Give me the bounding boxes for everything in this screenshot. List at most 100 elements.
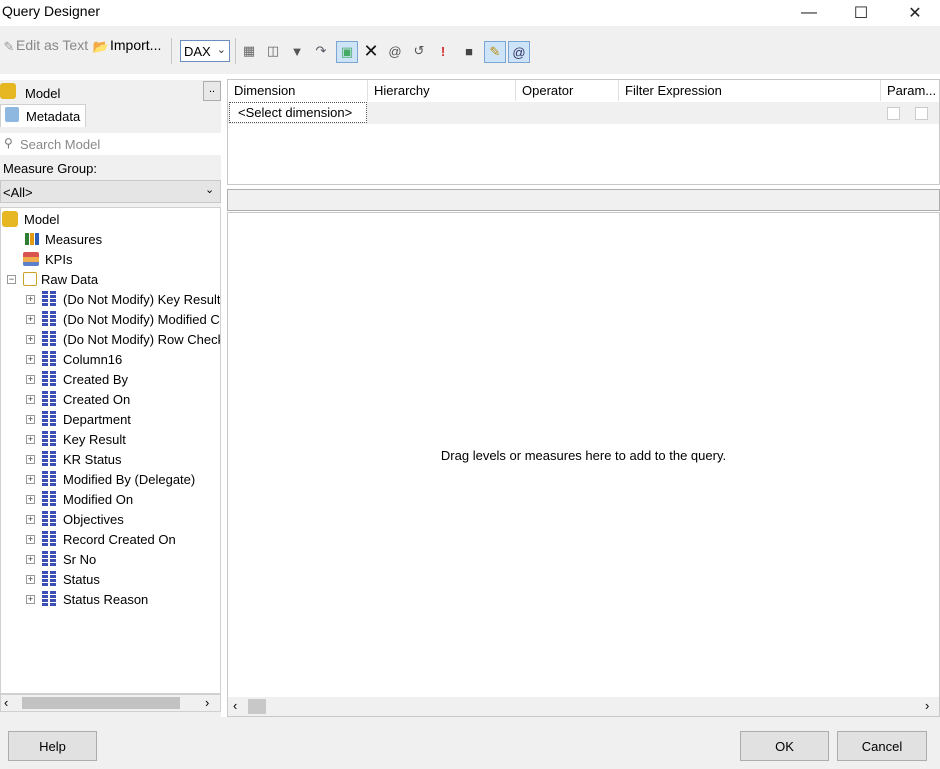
tree-item-raw-data[interactable]: − Raw Data — [7, 269, 98, 289]
tree-item-label: Status — [63, 571, 100, 587]
expand-icon[interactable]: + — [26, 434, 35, 444]
tree-item-column[interactable]: + Created On — [26, 389, 130, 409]
import-folder-icon: 📂 — [92, 39, 110, 54]
minimize-button[interactable]: — — [786, 0, 832, 26]
column-icon — [42, 451, 56, 467]
tree-item-column[interactable]: + Status Reason — [26, 589, 148, 609]
select-dimension-cell[interactable]: <Select dimension> — [229, 102, 367, 123]
model-header: Model — [25, 86, 61, 101]
tree-item-column[interactable]: + Key Result — [26, 429, 126, 449]
query-mode-icon[interactable]: @ — [508, 41, 530, 63]
pane-splitter[interactable] — [227, 189, 940, 211]
tree-item-column[interactable]: + Sr No — [26, 549, 96, 569]
delete-icon[interactable]: ✕ — [362, 41, 380, 61]
tree-item-model[interactable]: Model — [2, 209, 59, 229]
tree-item-column[interactable]: + Status — [26, 569, 100, 589]
column-header-hierarchy[interactable]: Hierarchy — [374, 83, 430, 98]
column-icon — [42, 351, 56, 367]
column-icon — [42, 471, 56, 487]
tree-item-label: Sr No — [63, 551, 97, 567]
tree-item-column[interactable]: + Modified By (Delegate) — [26, 469, 195, 489]
column-divider — [515, 80, 516, 101]
scroll-right-icon[interactable]: › — [205, 695, 209, 710]
expand-icon[interactable]: + — [26, 334, 35, 344]
scroll-left-icon[interactable]: ‹ — [233, 698, 237, 713]
results-drop-area[interactable] — [227, 212, 940, 717]
language-select[interactable]: DAX ⌄ — [180, 40, 230, 62]
scroll-right-icon[interactable]: › — [925, 698, 929, 713]
measure-group-select[interactable] — [0, 180, 221, 203]
expand-icon[interactable]: + — [26, 294, 35, 304]
import-button[interactable]: Import... — [110, 37, 161, 53]
column-icon — [42, 491, 56, 507]
tree-item-column[interactable]: + Record Created On — [26, 529, 176, 549]
column-icon — [42, 411, 56, 427]
column-icon — [42, 391, 56, 407]
expand-icon[interactable]: + — [26, 514, 35, 524]
column-header-operator[interactable]: Operator — [522, 83, 573, 98]
measure-group-value: <All> — [3, 185, 33, 200]
tree-item-column[interactable]: + (Do Not Modify) Row Check — [26, 329, 220, 349]
expand-icon[interactable]: + — [26, 454, 35, 464]
table-view-icon[interactable]: ◫ — [264, 42, 282, 60]
tree-item-label: KPIs — [45, 251, 73, 267]
expand-icon[interactable]: + — [26, 414, 35, 424]
tree-item-measures[interactable]: Measures — [25, 229, 102, 249]
edit-as-text-button[interactable]: Edit as Text — [16, 37, 88, 53]
chevron-down-icon: ⌄ — [216, 44, 226, 56]
tree-item-label: Objectives — [63, 511, 124, 527]
query-parameters-icon[interactable]: @ — [386, 42, 404, 60]
expand-icon[interactable]: + — [26, 394, 35, 404]
kpi-icon — [23, 252, 39, 266]
tree-item-column[interactable]: + Objectives — [26, 509, 124, 529]
expand-icon[interactable]: + — [26, 474, 35, 484]
expand-icon[interactable]: + — [26, 554, 35, 564]
scrollbar-thumb[interactable] — [22, 697, 180, 709]
help-button[interactable]: Help — [8, 731, 97, 761]
tree-item-column[interactable]: + KR Status — [26, 449, 122, 469]
tree-item-column[interactable]: + Modified On — [26, 489, 133, 509]
select-model-button[interactable]: .. — [203, 81, 221, 101]
cancel-button[interactable]: Cancel — [837, 731, 927, 761]
toolbar-separator — [235, 38, 236, 64]
column-header-filter-expression[interactable]: Filter Expression — [625, 83, 722, 98]
add-calculated-member-icon[interactable]: ▦ — [240, 42, 258, 60]
cancel-query-icon[interactable]: ■ — [460, 42, 478, 60]
tree-item-column[interactable]: + (Do Not Modify) Key Result: — [26, 289, 220, 309]
filter-icon[interactable]: ▼ — [288, 42, 306, 60]
results-horizontal-scrollbar[interactable] — [228, 697, 939, 716]
scrollbar-thumb[interactable] — [248, 699, 266, 714]
ok-button[interactable]: OK — [740, 731, 829, 761]
tree-item-label: Modified On — [63, 491, 134, 507]
scroll-left-icon[interactable]: ‹ — [4, 695, 8, 710]
tree-item-column[interactable]: + Column16 — [26, 349, 122, 369]
table-icon — [23, 272, 37, 286]
expand-icon[interactable]: + — [26, 574, 35, 584]
run-query-icon[interactable]: ! — [434, 42, 452, 60]
tree-item-column[interactable]: + Department — [26, 409, 131, 429]
tree-item-column[interactable]: + (Do Not Modify) Modified C — [26, 309, 220, 329]
tree-item-column[interactable]: + Created By — [26, 369, 128, 389]
parameter-checkbox[interactable] — [915, 107, 928, 120]
maximize-button[interactable]: ☐ — [838, 0, 884, 26]
expand-icon[interactable]: + — [26, 534, 35, 544]
show-empty-cells-icon[interactable]: ↷ — [312, 42, 330, 60]
column-header-dimension[interactable]: Dimension — [234, 83, 295, 98]
expand-icon[interactable]: + — [26, 354, 35, 364]
column-header-parameters[interactable]: Param... — [887, 83, 936, 98]
tree-item-kpis[interactable]: KPIs — [23, 249, 72, 269]
tree-item-label: KR Status — [63, 451, 122, 467]
parameter-checkbox[interactable] — [887, 107, 900, 120]
collapse-icon[interactable]: − — [7, 274, 16, 284]
auto-execute-icon[interactable]: ▣ — [336, 41, 358, 63]
metadata-tree: Model Measures KPIs − Raw Data + (Do Not … — [0, 207, 221, 694]
tree-item-label: Measures — [45, 231, 103, 247]
design-mode-icon[interactable]: ✎ — [484, 41, 506, 63]
expand-icon[interactable]: + — [26, 594, 35, 604]
expand-icon[interactable]: + — [26, 494, 35, 504]
expand-icon[interactable]: + — [26, 374, 35, 384]
close-button[interactable]: ✕ — [892, 0, 938, 26]
prepare-query-icon[interactable]: ↺ — [410, 42, 428, 60]
expand-icon[interactable]: + — [26, 314, 35, 324]
tree-item-label: Column16 — [63, 351, 123, 367]
